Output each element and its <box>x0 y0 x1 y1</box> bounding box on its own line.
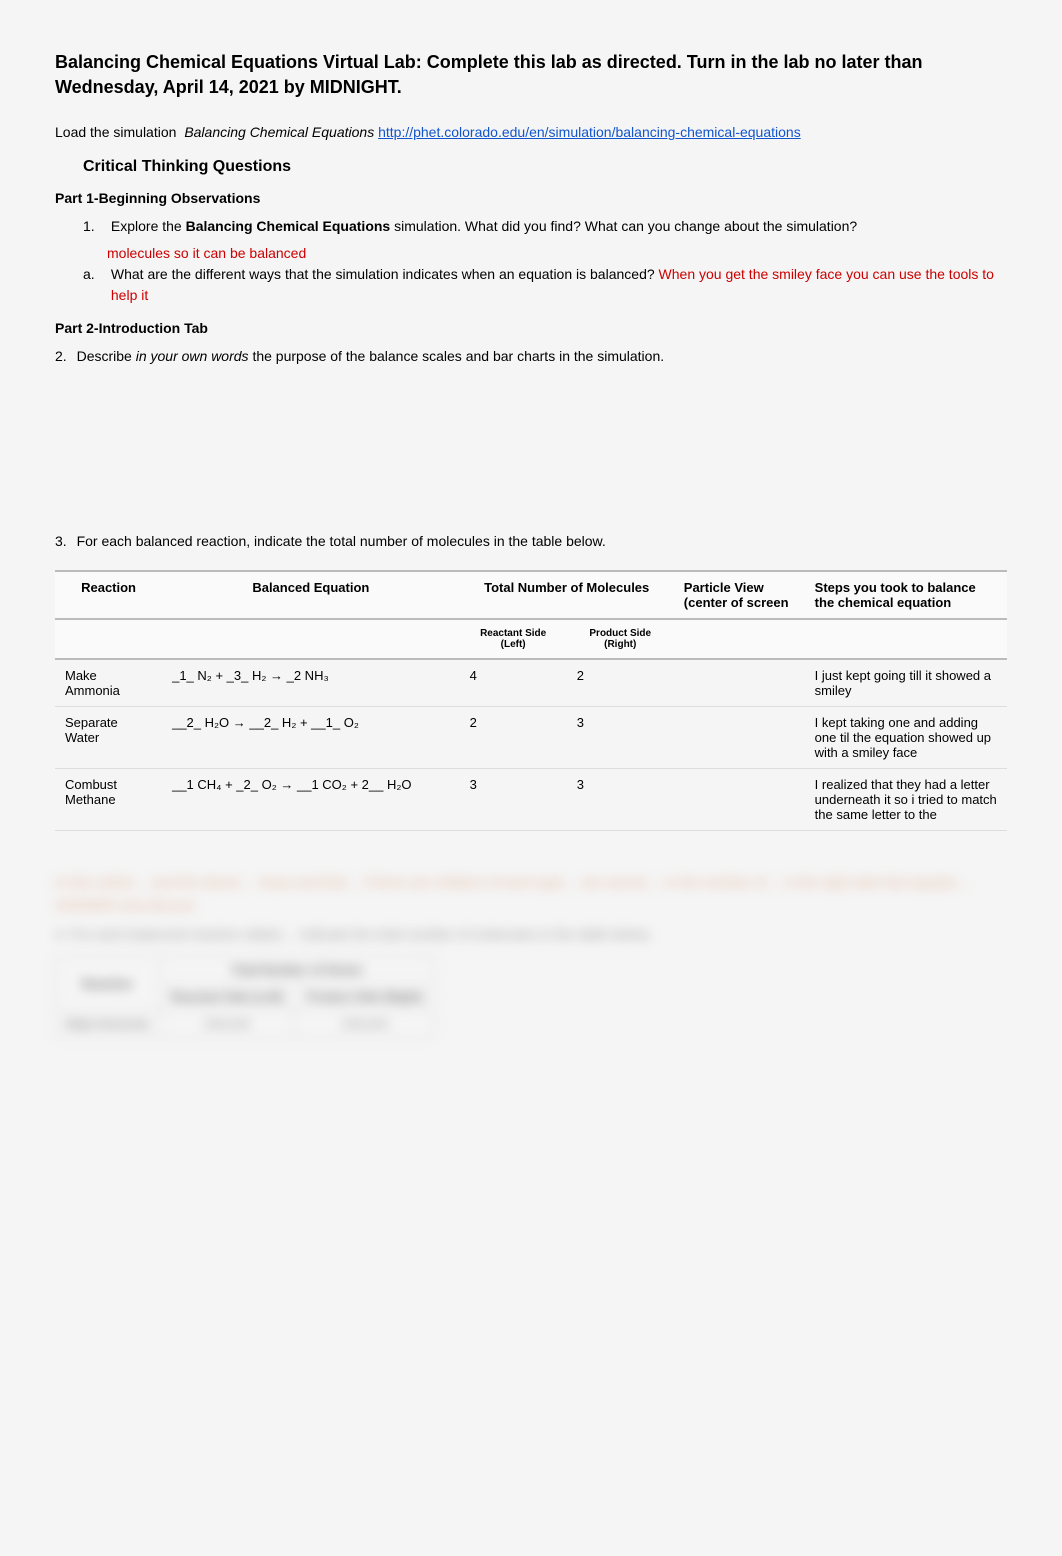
q1-text-post: simulation. What did you find? What can … <box>394 218 857 234</box>
molecules-table: Reaction Balanced Equation Total Number … <box>55 570 1007 831</box>
cell-reaction: Separate Water <box>55 707 162 769</box>
part2-heading: Part 2-Introduction Tab <box>55 320 1007 336</box>
cell-reactant: 3 <box>460 769 567 831</box>
cell-equation: __1 CH₄ + _2_ O₂ → __1 CO₂ + 2__ H₂O <box>162 769 460 831</box>
cell-particle <box>674 659 805 707</box>
cell-product: 3 <box>567 769 674 831</box>
cell-product: 2 <box>567 659 674 707</box>
question-1a: a. What are the different ways that the … <box>83 264 1007 306</box>
q1-bold: Balancing Chemical Equations <box>186 218 391 234</box>
blur-th-product: Product Side (Right) <box>295 984 435 1011</box>
part1-heading: Part 1-Beginning Observations <box>55 190 1007 206</box>
q2-number: 2. <box>55 348 73 364</box>
th-particle: Particle View (center of screen <box>674 571 805 619</box>
cell-particle <box>674 769 805 831</box>
q3-text: For each balanced reaction, indicate the… <box>77 533 606 549</box>
blur-th-reaction: Reaction <box>56 957 160 1011</box>
q1-text-pre: Explore the <box>111 218 186 234</box>
cell-reaction: Make Ammonia <box>55 659 162 707</box>
th-steps: Steps you took to balance the chemical e… <box>805 571 1007 619</box>
critical-thinking-heading: Critical Thinking Questions <box>83 158 1007 176</box>
blur-th-reactant: Reactant Side (Left) <box>159 984 295 1011</box>
cell-reactant: 4 <box>460 659 567 707</box>
q2-post: the purpose of the balance scales and ba… <box>252 348 664 364</box>
th-blank-4 <box>805 619 1007 659</box>
q3-number: 3. <box>55 533 73 549</box>
question-1: 1. Explore the Balancing Chemical Equati… <box>83 216 1007 237</box>
qa-text: What are the different ways that the sim… <box>111 266 659 282</box>
th-blank-2 <box>162 619 460 659</box>
th-total: Total Number of Molecules <box>460 571 674 619</box>
blur-line-2: 4. For each balanced reaction obtain… in… <box>55 926 1007 942</box>
table-row: Make Ammonia _1_ N₂ + _3_ H₂ → _2 NH₃ 4 … <box>55 659 1007 707</box>
cell-steps: I realized that they had a letter undern… <box>805 769 1007 831</box>
th-blank-1 <box>55 619 162 659</box>
q2-pre: Describe <box>77 348 136 364</box>
cell-equation: _1_ N₂ + _3_ H₂ → _2 NH₃ <box>162 659 460 707</box>
load-label: Load the simulation <box>55 124 184 140</box>
cell-equation: __2_ H₂O → __2_ H₂ + __1_ O₂ <box>162 707 460 769</box>
th-equation: Balanced Equation <box>162 571 460 619</box>
table-row: Separate Water __2_ H₂O → __2_ H₂ + __1_… <box>55 707 1007 769</box>
blurred-preview: In this online… and the atoms… mass and … <box>55 871 1007 1038</box>
simulation-name: Balancing Chemical Equations <box>184 124 378 140</box>
qa-number: a. <box>83 264 107 285</box>
th-product: Product Side (Right) <box>567 619 674 659</box>
q2-italic: in your own words <box>136 348 249 364</box>
table-row: Combust Methane __1 CH₄ + _2_ O₂ → __1 C… <box>55 769 1007 831</box>
cell-particle <box>674 707 805 769</box>
answer-blank-area <box>55 367 1007 527</box>
blur-cell: 2 N, 6 H <box>295 1011 435 1038</box>
blur-cell: 2 N, 6 H <box>159 1011 295 1038</box>
cell-product: 3 <box>567 707 674 769</box>
th-reactant: Reactant Side (Left) <box>460 619 567 659</box>
blur-th-total: Total Number of Atoms <box>159 957 434 984</box>
th-reaction: Reaction <box>55 571 162 619</box>
load-simulation-line: Load the simulation Balancing Chemical E… <box>55 124 1007 140</box>
question-3: 3. For each balanced reaction, indicate … <box>55 531 1007 552</box>
blur-line-1: In this online… and the atoms… mass and … <box>55 871 1007 916</box>
q1-number: 1. <box>83 216 107 237</box>
q1-answer: molecules so it can be balanced <box>107 245 306 261</box>
blur-cell: Make Ammonia <box>56 1011 160 1038</box>
lab-title: Balancing Chemical Equations Virtual Lab… <box>55 50 1007 100</box>
cell-reaction: Combust Methane <box>55 769 162 831</box>
cell-steps: I kept taking one and adding one til the… <box>805 707 1007 769</box>
blur-table: Reaction Total Number of Atoms Reactant … <box>55 956 435 1038</box>
cell-steps: I just kept going till it showed a smile… <box>805 659 1007 707</box>
simulation-link[interactable]: http://phet.colorado.edu/en/simulation/b… <box>378 124 801 140</box>
th-blank-3 <box>674 619 805 659</box>
cell-reactant: 2 <box>460 707 567 769</box>
question-2: 2. Describe in your own words the purpos… <box>55 346 1007 367</box>
